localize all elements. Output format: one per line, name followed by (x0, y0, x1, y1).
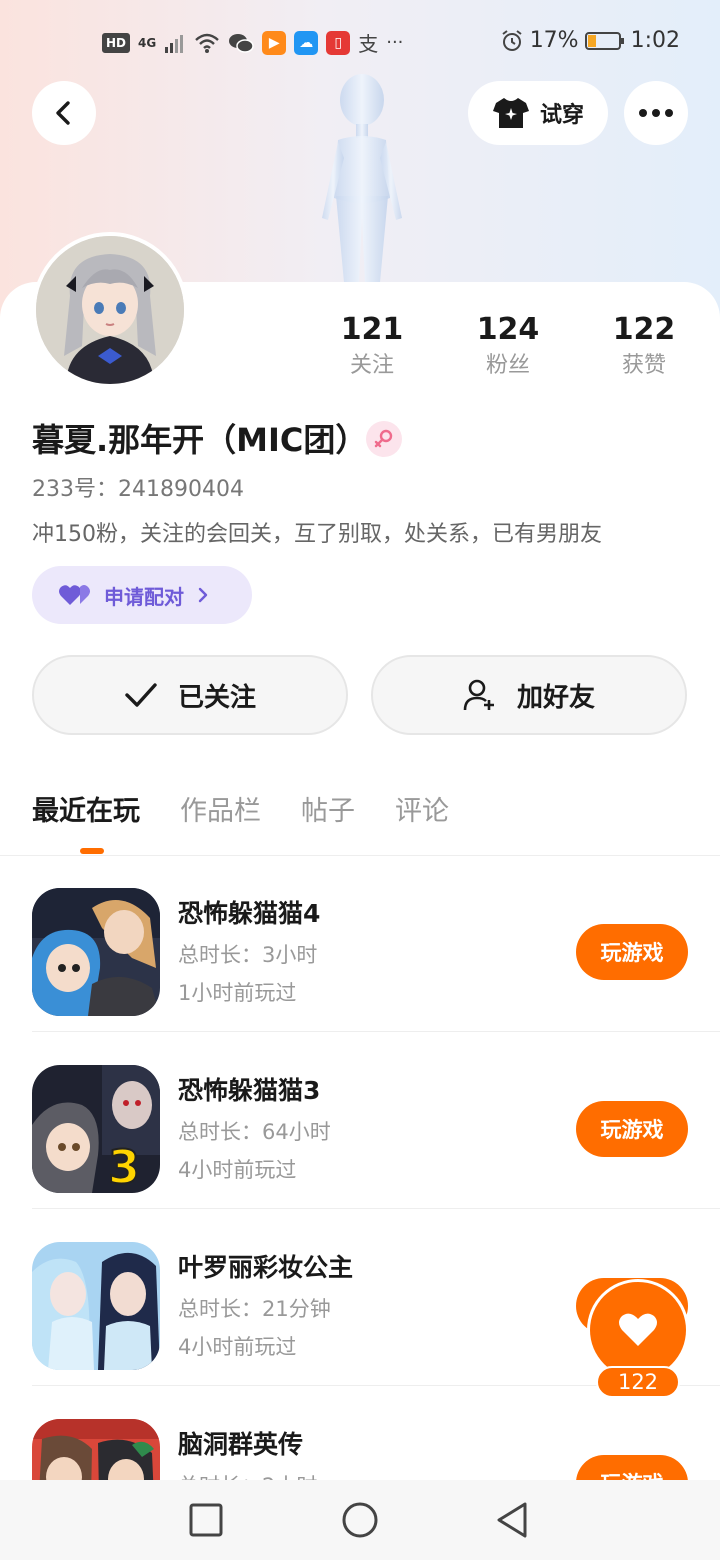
user-bio: 冲150粉，关注的会回关，互了别取，处关系，已有男朋友 (32, 522, 602, 547)
followed-label: 已关注 (177, 682, 256, 713)
double-heart-icon (59, 585, 90, 605)
wechat-icon (229, 33, 254, 53)
game-icon-yeloli-makeup (32, 1242, 160, 1370)
game-title: 叶罗丽彩妆公主 (178, 1253, 354, 1282)
tab-works[interactable]: 作品栏 (180, 790, 261, 840)
game-list-item[interactable]: 恐怖躲猫猫4 总时长：3小时 1小时前玩过 玩游戏 (32, 856, 720, 1032)
tab-recently-played[interactable]: 最近在玩 (32, 790, 140, 840)
game-title: 脑洞群英传 (178, 1430, 304, 1459)
try-on-label: 试穿 (539, 103, 584, 128)
svg-text:3: 3 (108, 1140, 140, 1193)
request-pair-button[interactable]: 申请配对 (32, 566, 252, 624)
game-last-played: 1小时前玩过 (178, 981, 297, 1005)
more-notifications: ··· (386, 32, 404, 53)
back-nav-button[interactable] (490, 1498, 534, 1542)
add-user-icon (463, 679, 494, 711)
status-bar: HD 4G ▶ ☁ ▯ 支 ··· 17% 1:02 (0, 24, 720, 60)
square-icon (189, 1503, 223, 1537)
add-friend-label: 加好友 (516, 682, 595, 713)
battery-percent: 17% (529, 28, 579, 53)
active-tab-indicator (80, 848, 104, 854)
tshirt-sparkle-icon (492, 98, 529, 128)
battery-icon (584, 31, 624, 50)
more-options-button[interactable] (624, 81, 688, 145)
game-title: 恐怖躲猫猫4 (178, 899, 321, 928)
3d-avatar-figure[interactable] (300, 68, 420, 308)
tab-posts[interactable]: 帖子 (301, 790, 355, 840)
username: 暮夏.那年开（MIC团） (32, 421, 368, 459)
game-title: 恐怖躲猫猫3 (178, 1076, 321, 1105)
following-label: 关注 (349, 353, 394, 378)
stat-likes[interactable]: 122 获赞 (584, 312, 704, 384)
profile-tabs: 最近在玩 作品栏 帖子 评论 (32, 790, 449, 840)
avatar[interactable] (32, 232, 188, 388)
heart-icon (619, 1313, 657, 1346)
game-duration: 总时长：64小时 (178, 1120, 331, 1144)
tab-comments[interactable]: 评论 (395, 790, 449, 840)
female-gender-icon (366, 421, 402, 457)
add-friend-button[interactable]: 加好友 (371, 655, 687, 735)
like-count-badge: 122 (596, 1366, 680, 1398)
game-duration: 总时长：21分钟 (178, 1297, 331, 1321)
row-divider (32, 1031, 720, 1032)
chevron-right-icon (198, 587, 208, 603)
likes-label: 获赞 (621, 353, 666, 378)
avatar-portrait-image (36, 236, 184, 384)
row-divider (32, 1208, 720, 1209)
hd-icon: HD (102, 32, 131, 53)
video-app-icon: ▶ (262, 30, 287, 55)
chevron-left-icon (56, 101, 70, 125)
game-icon-hide-seek-4 (32, 888, 160, 1016)
likes-count: 122 (612, 312, 676, 347)
like-button[interactable] (590, 1282, 686, 1378)
followers-count: 124 (476, 312, 540, 347)
back-button[interactable] (32, 81, 96, 145)
following-count: 121 (340, 312, 404, 347)
home-button[interactable] (338, 1498, 382, 1542)
checkmark-icon (125, 683, 157, 707)
play-game-button[interactable]: 玩游戏 (576, 924, 688, 980)
game-duration: 总时长：3小时 (178, 943, 318, 967)
followed-button[interactable]: 已关注 (32, 655, 348, 735)
game-last-played: 4小时前玩过 (178, 1335, 297, 1359)
weather-app-icon: ☁ (294, 30, 319, 55)
user-id: 233号：241890404 (32, 477, 244, 502)
network-type: 4G (138, 35, 157, 50)
recent-apps-button[interactable] (184, 1498, 228, 1542)
signal-icon (165, 34, 184, 53)
wifi-icon (195, 33, 220, 53)
game-icon-hide-seek-3: 3 (32, 1065, 160, 1193)
alipay-icon: 支 (358, 32, 379, 56)
circle-icon (342, 1502, 378, 1538)
request-pair-label: 申请配对 (104, 584, 184, 609)
followers-label: 粉丝 (485, 353, 530, 378)
clock: 1:02 (630, 28, 680, 53)
game-list-item[interactable]: 3 恐怖躲猫猫3 总时长：64小时 4小时前玩过 玩游戏 (32, 1033, 720, 1209)
reader-app-icon: ▯ (326, 30, 351, 55)
try-on-button[interactable]: 试穿 (468, 81, 608, 145)
more-dots-icon (639, 109, 673, 117)
system-nav-bar (0, 1480, 720, 1560)
stat-followers[interactable]: 124 粉丝 (448, 312, 568, 384)
game-last-played: 4小时前玩过 (178, 1158, 297, 1182)
play-game-button[interactable]: 玩游戏 (576, 1101, 688, 1157)
triangle-back-icon (497, 1502, 527, 1538)
alarm-icon (502, 29, 522, 51)
stat-following[interactable]: 121 关注 (312, 312, 432, 384)
